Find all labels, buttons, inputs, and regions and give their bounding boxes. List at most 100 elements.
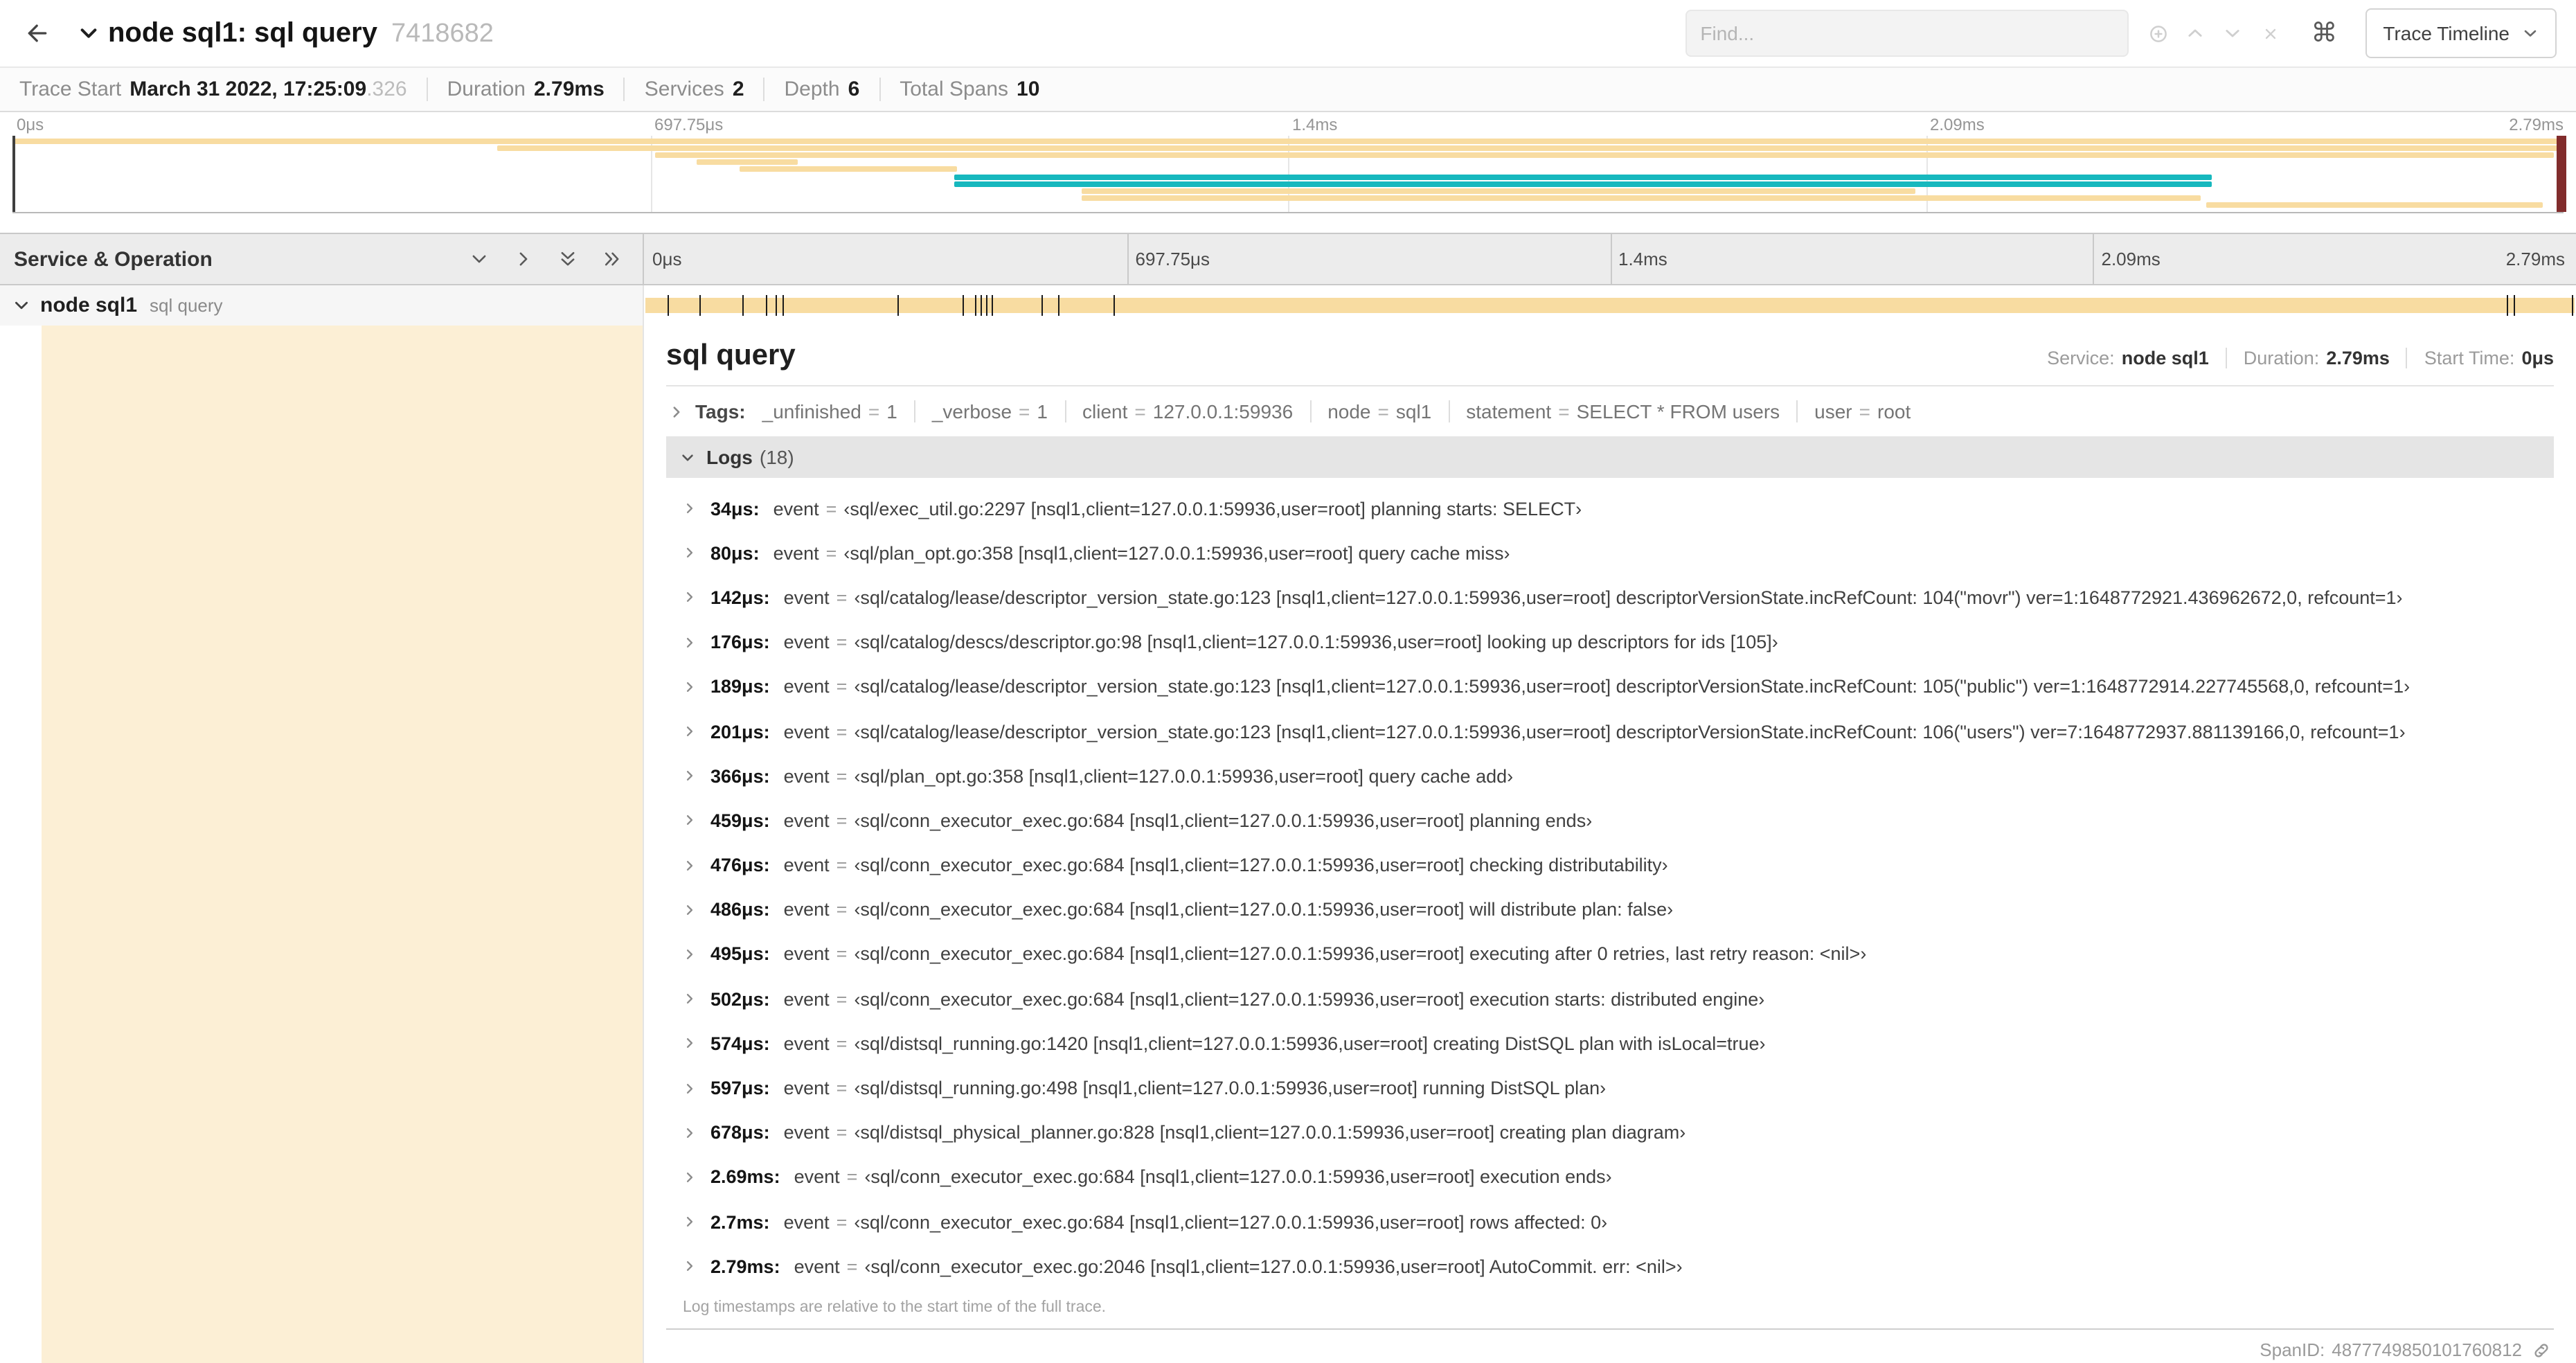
- prev-match-button[interactable]: [2176, 12, 2214, 54]
- span-id-value: 4877749850101760812: [2332, 1339, 2522, 1361]
- log-equals: =: [836, 587, 848, 608]
- log-row[interactable]: 366μs: event = ‹sql/plan_opt.go:358 [nsq…: [683, 754, 2554, 798]
- log-key: event: [783, 855, 830, 876]
- log-row[interactable]: 142μs: event = ‹sql/catalog/lease/descri…: [683, 576, 2554, 620]
- log-value: ‹sql/conn_executor_exec.go:684 [nsql1,cl…: [854, 943, 1867, 965]
- logs-accordion-header[interactable]: Logs (18): [666, 436, 2554, 478]
- minimap-span-bar: [655, 152, 2554, 159]
- spacer: [0, 213, 2576, 233]
- next-match-button[interactable]: [2214, 12, 2251, 54]
- collapse-all-double-chevron-down-icon[interactable]: [558, 249, 578, 269]
- log-row[interactable]: 597μs: event = ‹sql/distsql_running.go:4…: [683, 1066, 2554, 1110]
- log-row[interactable]: 189μs: event = ‹sql/catalog/lease/descri…: [683, 665, 2554, 709]
- minimap-canvas[interactable]: [12, 136, 2566, 213]
- log-timestamp: 2.69ms:: [710, 1166, 780, 1188]
- summary-value: March 31 2022, 17:25:09: [129, 78, 367, 101]
- log-timestamp: 176μs:: [710, 632, 770, 653]
- log-value: ‹sql/distsql_running.go:1420 [nsql1,clie…: [854, 1033, 1766, 1054]
- span-collapse-chevron-down-icon[interactable]: [12, 296, 30, 314]
- timeline-axis-gridline: [1127, 234, 1129, 284]
- tags-accordion[interactable]: Tags: _unfinished = 1 _verbose = 1 clien…: [666, 386, 2554, 436]
- tag-equals: =: [1377, 400, 1389, 422]
- log-equals: =: [836, 676, 848, 697]
- log-equals: =: [836, 1033, 848, 1054]
- tag-item: client = 127.0.0.1:59936: [1064, 400, 1293, 422]
- timeline-axis-label: 2.09ms: [2101, 249, 2161, 269]
- log-timestamp: 486μs:: [710, 899, 770, 920]
- log-key: event: [783, 676, 830, 697]
- span-operation-name: sql query: [150, 295, 223, 316]
- expand-all-double-chevron-right-icon[interactable]: [602, 249, 622, 269]
- log-row[interactable]: 2.79ms: event = ‹sql/conn_executor_exec.…: [683, 1244, 2554, 1288]
- log-row[interactable]: 34μs: event = ‹sql/exec_util.go:2297 [ns…: [683, 486, 2554, 531]
- link-icon[interactable]: [2532, 1341, 2551, 1360]
- expand-one-chevron-right-icon[interactable]: [514, 249, 533, 269]
- log-value: ‹sql/conn_executor_exec.go:684 [nsql1,cl…: [854, 855, 1668, 876]
- tag-value: 1: [886, 400, 897, 422]
- tag-key: client: [1082, 400, 1128, 422]
- chevron-down-icon: [78, 22, 100, 44]
- span-name-cell[interactable]: node sql1 sql query: [0, 285, 644, 326]
- focus-match-button[interactable]: [2139, 12, 2176, 54]
- span-bar-cell[interactable]: [644, 285, 2576, 326]
- summary-value: 2: [732, 78, 744, 101]
- collapse-one-chevron-down-icon[interactable]: [469, 249, 489, 269]
- span-meta-value: 0μs: [2521, 348, 2554, 368]
- log-value: ‹sql/conn_executor_exec.go:684 [nsql1,cl…: [854, 988, 1765, 1010]
- log-timestamp: 201μs:: [710, 721, 770, 742]
- span-duration-bar[interactable]: [645, 298, 2575, 313]
- log-row[interactable]: 459μs: event = ‹sql/conn_executor_exec.g…: [683, 799, 2554, 843]
- command-icon: ⌘: [2311, 19, 2338, 48]
- log-row[interactable]: 502μs: event = ‹sql/conn_executor_exec.g…: [683, 977, 2554, 1021]
- tag-item: _verbose = 1: [913, 400, 1048, 422]
- log-value: ‹sql/conn_executor_exec.go:684 [nsql1,cl…: [864, 1166, 1612, 1188]
- collapse-trace-chevron[interactable]: [78, 22, 100, 44]
- span-meta-value: 2.79ms: [2326, 348, 2390, 368]
- keyboard-shortcuts-button[interactable]: ⌘: [2311, 17, 2337, 49]
- minimap-span-row: [12, 152, 2564, 159]
- minimap-span-row: [12, 188, 2564, 194]
- span-meta-label: Start Time:: [2424, 348, 2515, 368]
- log-equals: =: [836, 1211, 848, 1233]
- log-key: event: [783, 1033, 830, 1054]
- chevron-right-icon: [683, 501, 697, 515]
- log-equals: =: [836, 1122, 848, 1143]
- log-list: 34μs: event = ‹sql/exec_util.go:2297 [ns…: [666, 478, 2554, 1289]
- log-row[interactable]: 2.69ms: event = ‹sql/conn_executor_exec.…: [683, 1155, 2554, 1200]
- minimap-span-bar: [2206, 202, 2543, 208]
- chevron-right-icon: [683, 1037, 697, 1051]
- log-timestamp: 189μs:: [710, 676, 770, 697]
- minimap-right-scrubber[interactable]: [2557, 136, 2566, 212]
- timeline-header-row: Service & Operation 0μs 697.75μs 1.4ms 2.09…: [0, 233, 2576, 285]
- log-equals: =: [846, 1256, 858, 1277]
- clear-find-button[interactable]: [2251, 12, 2289, 54]
- log-key: event: [783, 632, 830, 653]
- tag-equals: =: [1134, 400, 1146, 422]
- log-row[interactable]: 486μs: event = ‹sql/conn_executor_exec.g…: [683, 887, 2554, 932]
- minimap-span-row: [12, 145, 2564, 152]
- logs-section: Logs (18) 34μs: event = ‹sql/exec_util.g…: [666, 436, 2554, 1330]
- chevron-right-icon: [683, 858, 697, 872]
- trace-timeline-page: node sql1: sql query 7418682 ⌘ Trace Tim…: [0, 0, 2576, 1363]
- log-key: event: [783, 587, 830, 608]
- collapse-controls: [469, 249, 629, 269]
- find-input[interactable]: [1685, 10, 2129, 57]
- minimap-axis-label: 2.09ms: [1930, 115, 1985, 134]
- back-button[interactable]: [14, 10, 61, 57]
- minimap-left-scrubber[interactable]: [12, 136, 15, 212]
- log-row[interactable]: 176μs: event = ‹sql/catalog/descs/descri…: [683, 620, 2554, 664]
- log-row[interactable]: 678μs: event = ‹sql/distsql_physical_pla…: [683, 1110, 2554, 1155]
- log-row[interactable]: 2.7ms: event = ‹sql/conn_executor_exec.g…: [683, 1200, 2554, 1244]
- log-timestamp: 80μs:: [710, 542, 760, 564]
- log-row[interactable]: 495μs: event = ‹sql/conn_executor_exec.g…: [683, 932, 2554, 977]
- log-timestamp: 502μs:: [710, 988, 770, 1010]
- span-detail-left-column: [0, 326, 644, 1363]
- log-row[interactable]: 201μs: event = ‹sql/catalog/lease/descri…: [683, 709, 2554, 754]
- chevron-up-icon: [2185, 24, 2205, 43]
- log-row[interactable]: 80μs: event = ‹sql/plan_opt.go:358 [nsql…: [683, 531, 2554, 575]
- log-row[interactable]: 476μs: event = ‹sql/conn_executor_exec.g…: [683, 843, 2554, 887]
- log-row[interactable]: 574μs: event = ‹sql/distsql_running.go:1…: [683, 1022, 2554, 1066]
- log-key: event: [783, 810, 830, 831]
- trace-view-selector[interactable]: Trace Timeline: [2365, 8, 2557, 58]
- span-service-name: node sql1: [40, 294, 138, 317]
